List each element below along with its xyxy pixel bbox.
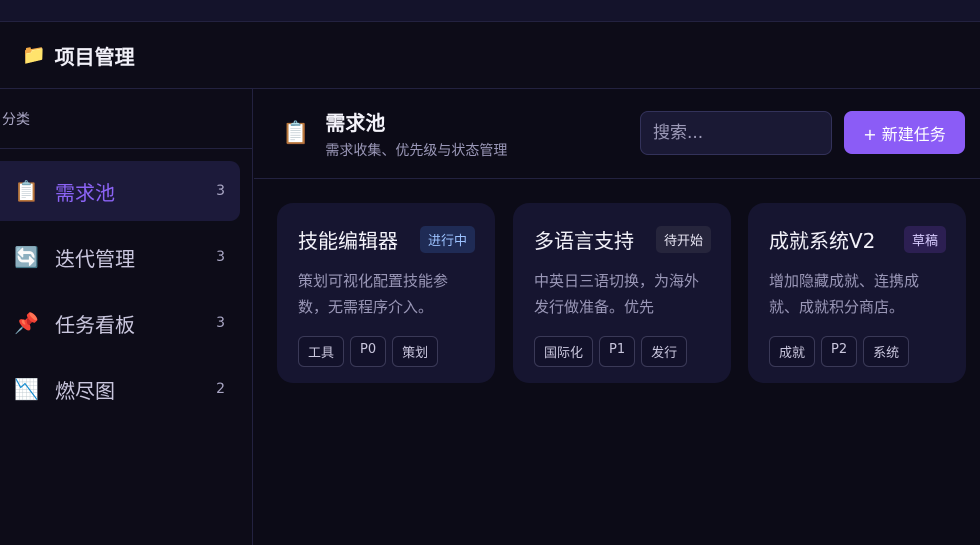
card-description: 增加隐藏成就、连携成就、成就积分商店。	[769, 272, 920, 316]
sidebar-item-count: 3	[216, 249, 225, 265]
card-header: 多语言支持 待开始	[534, 225, 711, 254]
pushpin-icon: 📌	[14, 311, 39, 335]
tag: P0	[350, 336, 387, 367]
tag: 成就	[769, 336, 816, 367]
tag: 发行	[641, 336, 688, 367]
card-tags: 国际化 P1 发行	[534, 336, 711, 367]
search-input[interactable]	[640, 111, 832, 155]
clipboard-icon: 📋	[282, 120, 310, 146]
status-badge: 草稿	[903, 226, 946, 253]
card-description: 策划可视化配置技能参数，无需程序介入。	[298, 272, 449, 316]
refresh-icon: 🔄	[14, 245, 39, 269]
sidebar-item-count: 3	[216, 183, 225, 199]
main-content: 📋 需求池 需求收集、优先级与状态管理 + 新建任务 技能编辑器 进行中 策划可…	[254, 89, 980, 545]
sidebar-section-label: 分类	[0, 89, 252, 149]
card-header: 成就系统V2 草稿	[769, 225, 946, 254]
tag: P1	[599, 336, 636, 367]
card-description: 中英日三语切换，为海外发行做准备。优先	[534, 272, 700, 316]
card-title: 多语言支持	[534, 229, 634, 253]
folder-icon: 📁	[22, 43, 46, 66]
sidebar-item-iterations[interactable]: 🔄 迭代管理 3	[0, 227, 240, 287]
sidebar-item-count: 3	[216, 315, 225, 331]
tag: 系统	[863, 336, 910, 367]
sidebar: 分类 📋 需求池 3 🔄 迭代管理 3 📌 任务看板 3 📉 燃尽图 2	[0, 89, 253, 545]
page-title: 需求池	[325, 111, 386, 135]
sidebar-item-burndown[interactable]: 📉 燃尽图 2	[0, 359, 240, 419]
status-badge: 进行中	[419, 226, 475, 253]
card-tags: 成就 P2 系统	[769, 336, 946, 367]
clipboard-icon: 📋	[14, 179, 39, 203]
sidebar-item-label: 需求池	[55, 180, 115, 205]
tag: 国际化	[534, 336, 594, 367]
sidebar-item-requirements[interactable]: 📋 需求池 3	[0, 161, 240, 221]
tag: P2	[821, 336, 858, 367]
sidebar-nav: 📋 需求池 3 🔄 迭代管理 3 📌 任务看板 3 📉 燃尽图 2	[0, 149, 252, 419]
sidebar-item-task-board[interactable]: 📌 任务看板 3	[0, 293, 240, 353]
window-top-strip	[0, 0, 980, 22]
new-task-button[interactable]: + 新建任务	[844, 111, 965, 154]
tag: 策划	[392, 336, 439, 367]
task-card[interactable]: 成就系统V2 草稿 增加隐藏成就、连携成就、成就积分商店。 成就 P2 系统	[748, 203, 966, 383]
page-titles: 需求池 需求收集、优先级与状态管理	[325, 107, 507, 160]
chart-decreasing-icon: 📉	[14, 377, 39, 401]
app-header: 📁 项目管理	[0, 22, 980, 89]
tag: 工具	[298, 336, 345, 367]
card-title: 技能编辑器	[298, 229, 398, 253]
status-badge: 待开始	[655, 226, 711, 253]
card-tags: 工具 P0 策划	[298, 336, 475, 367]
task-card[interactable]: 技能编辑器 进行中 策划可视化配置技能参数，无需程序介入。 工具 P0 策划	[277, 203, 495, 383]
card-header: 技能编辑器 进行中	[298, 225, 475, 254]
page-header: 📋 需求池 需求收集、优先级与状态管理 + 新建任务	[254, 89, 980, 179]
app-title: 项目管理	[54, 44, 135, 69]
sidebar-item-count: 2	[216, 381, 225, 397]
sidebar-item-label: 迭代管理	[55, 246, 135, 271]
card-title: 成就系统V2	[769, 229, 876, 253]
sidebar-item-label: 燃尽图	[55, 378, 115, 403]
task-card[interactable]: 多语言支持 待开始 中英日三语切换，为海外发行做准备。优先 国际化 P1 发行	[513, 203, 731, 383]
sidebar-item-label: 任务看板	[55, 312, 135, 337]
page-subtitle: 需求收集、优先级与状态管理	[325, 143, 508, 159]
